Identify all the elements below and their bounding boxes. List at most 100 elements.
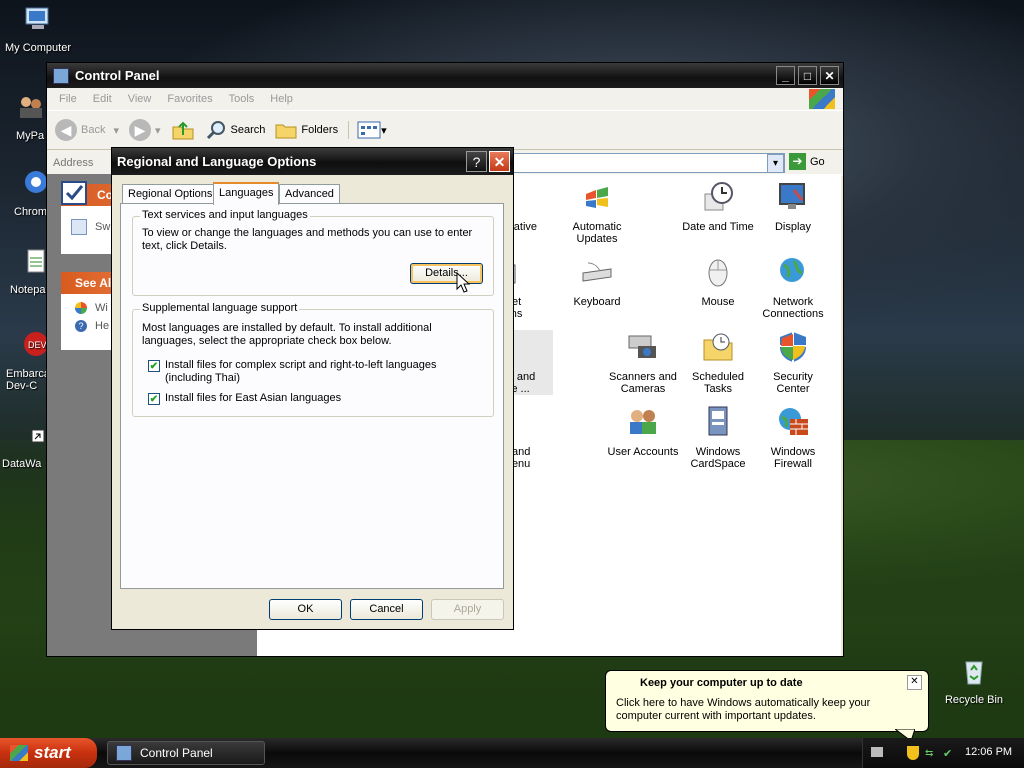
tab-regional-options[interactable]: Regional Options [122,184,219,203]
cp-item-label: Scheduled Tasks [692,371,744,395]
cp-item-label: Mouse [701,296,735,308]
update-tray-icon[interactable]: ✔ [943,747,955,760]
minimize-button[interactable]: _ [776,66,795,85]
back-button[interactable]: ◀ Back ▾ [55,119,119,141]
cp-item-label: Display [774,221,812,233]
cp-item-label: Scanners and Cameras [609,371,677,395]
chrome-icon [25,171,47,193]
back-arrow-icon: ◀ [55,119,77,141]
my-computer-icon [25,7,49,29]
cp-item-network-connections[interactable]: Network Connections [753,255,833,320]
cp-item-date-and-time[interactable]: Date and Time [678,180,758,233]
shortcut-icon [31,429,45,443]
address-input[interactable] [513,153,785,173]
menu-tools[interactable]: Tools [221,93,263,105]
desktop-icon-label: My Computer [4,42,72,54]
tab-advanced[interactable]: Advanced [279,184,340,203]
cardspace-icon [708,406,728,436]
scheduled-tasks-icon [703,333,733,361]
cp-item-keyboard[interactable]: Keyboard [557,255,637,308]
cp-item-display[interactable]: Display [753,180,833,233]
east-asian-label[interactable]: Install files for East Asian languages [165,392,341,405]
views-button[interactable]: ▾ [348,121,387,139]
details-button[interactable]: Details... [410,263,483,284]
dialog-close-button[interactable]: ✕ [489,151,510,172]
cp-item-mouse[interactable]: Mouse [678,255,758,308]
cp-item-label: Security Center [773,371,813,395]
cp-item-windows-firewall[interactable]: Windows Firewall [753,405,833,470]
user-accounts-icon [630,410,656,434]
menu-help[interactable]: Help [262,93,301,105]
help-icon: ? [75,320,87,332]
start-button[interactable]: start [0,738,97,768]
east-asian-checkbox[interactable]: ✔ [148,393,160,405]
automatic-updates-icon [584,183,610,209]
control-panel-titlebar[interactable]: Control Panel _ □ ✕ [47,63,843,88]
go-button[interactable]: ➔ Go [789,153,825,170]
complex-script-label[interactable]: Install files for complex script and rig… [165,359,485,385]
views-icon [357,121,381,139]
windows-update-link[interactable]: Wi [75,302,108,314]
folders-button[interactable]: Folders [275,120,338,140]
switch-view-icon [71,219,87,235]
search-label: Search [230,124,266,136]
desktop-icon-recycle-bin[interactable]: Recycle Bin [936,656,1012,706]
address-label: Address [53,157,94,169]
dialog-titlebar[interactable]: Regional and Language Options [112,148,513,175]
up-folder-button[interactable] [171,119,195,141]
balloon-message: Click here to have Windows automatically… [616,697,871,722]
text-services-group: Text services and input languages To vie… [132,209,494,296]
languages-tab-panel: Text services and input languages To vie… [120,203,504,589]
cancel-button[interactable]: Cancel [350,599,423,620]
people-icon [20,97,42,118]
search-button[interactable]: Search [205,119,266,141]
apply-button[interactable]: Apply [431,599,504,620]
menu-favorites[interactable]: Favorites [159,93,220,105]
search-icon [206,121,225,140]
up-folder-icon [172,121,194,140]
cp-item-scheduled-tasks[interactable]: Scheduled Tasks [678,330,758,395]
cp-item-security-center[interactable]: Security Center [753,330,833,395]
balloon-close-button[interactable]: ✕ [907,675,922,690]
security-shield-tray-icon[interactable] [907,746,919,760]
cp-item-label: Network Connections [762,296,824,320]
menu-bar: File Edit View Favorites Tools Help [47,88,843,110]
help-support-link[interactable]: ? He [75,320,109,332]
scanner-camera-icon [628,335,656,358]
keyboard-tray-icon[interactable] [871,747,883,757]
cp-item-scanners-and-cameras[interactable]: Scanners and Cameras [603,330,683,395]
supplemental-group-title: Supplemental language support [140,302,300,314]
cp-item-label: Keyboard [573,296,621,308]
chevron-down-icon: ▾ [113,124,119,137]
control-panel-icon [53,67,69,84]
help-button[interactable]: ? [466,151,487,172]
notepad-icon [27,249,45,273]
desktop-icon-my-computer[interactable]: My Computer [0,4,76,54]
switch-view-link[interactable]: Sw [71,219,110,235]
cp-item-user-accounts[interactable]: User Accounts [603,405,683,458]
balloon-title: Keep your computer up to date [640,677,803,689]
clock-icon [704,182,733,211]
embarcadero-devcpp-icon: DEV [24,332,48,356]
menu-file[interactable]: File [51,93,85,105]
ok-button[interactable]: OK [269,599,342,620]
tab-languages[interactable]: Languages [213,182,280,205]
update-notification-balloon[interactable]: Keep your computer up to date ✕ Click he… [605,670,929,732]
cp-item-windows-cardspace[interactable]: Windows CardSpace [678,405,758,470]
complex-script-checkbox[interactable]: ✔ [148,360,160,372]
close-button[interactable]: ✕ [820,66,839,85]
clock[interactable]: 12:06 PM [965,746,1012,758]
maximize-button[interactable]: □ [798,66,817,85]
text-services-description: To view or change the languages and meth… [142,227,473,252]
menu-view[interactable]: View [120,93,160,105]
cp-item-automatic-updates[interactable]: Automatic Updates [557,180,637,245]
forward-button[interactable]: ▶ ▾ [129,119,161,141]
firewall-icon [779,408,808,435]
address-dropdown-button[interactable]: ▾ [767,154,784,173]
network-tray-icon[interactable]: ⇆ [925,748,939,759]
mouse-cursor-icon [456,272,470,293]
windows-update-label: Wi [95,302,108,314]
switch-view-label: Sw [95,221,111,233]
menu-edit[interactable]: Edit [85,93,120,105]
taskbar-item-control-panel[interactable]: Control Panel [107,741,265,765]
